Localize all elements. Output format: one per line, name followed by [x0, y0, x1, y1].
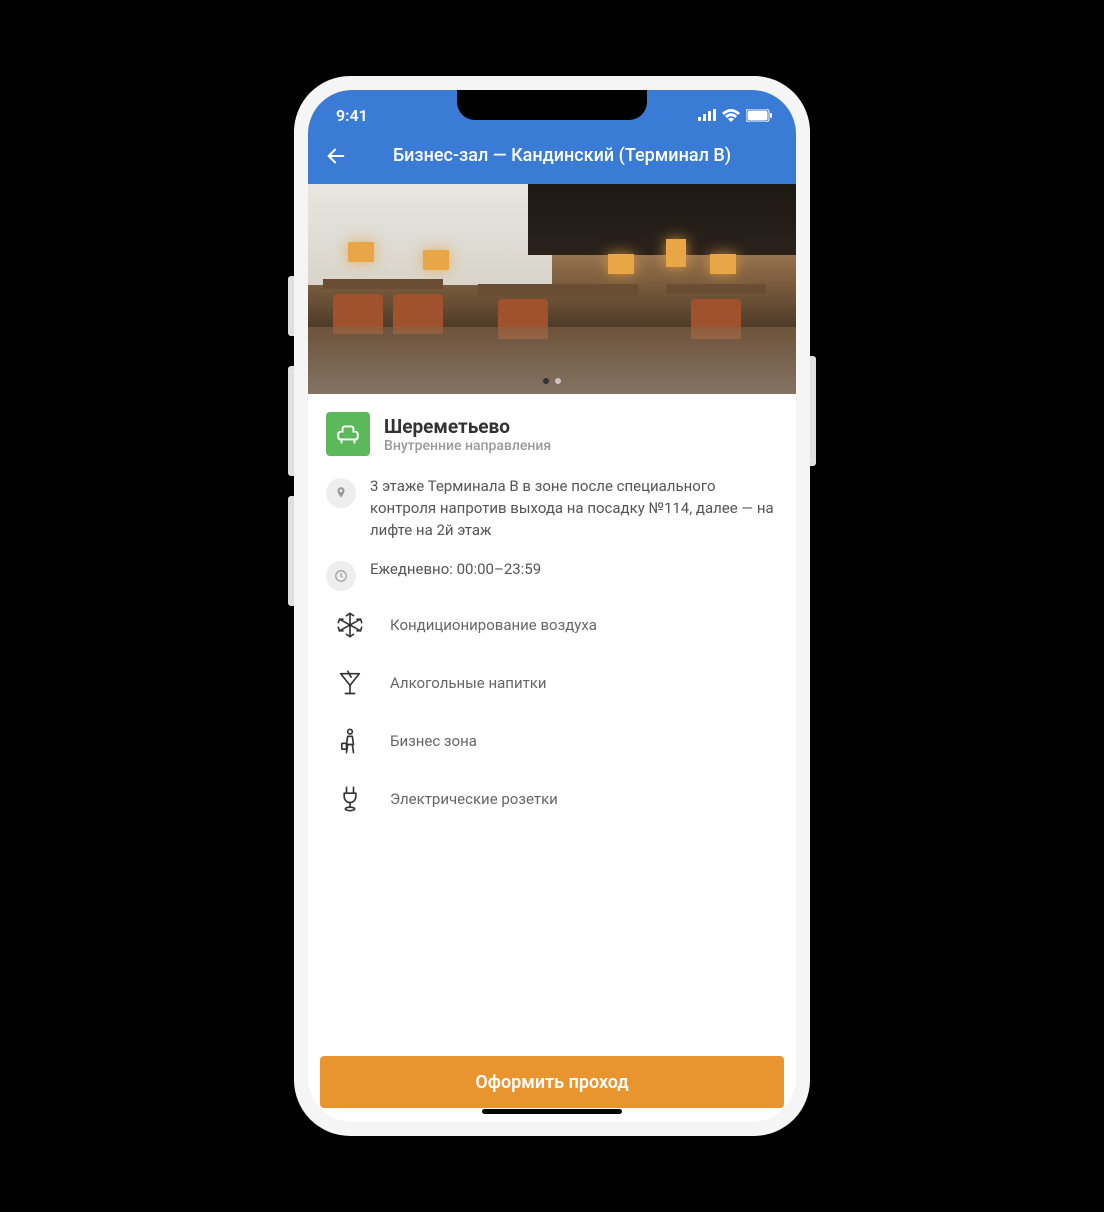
content[interactable]: Шереметьево Внутренние направления 3 эта… [308, 184, 796, 1122]
battery-icon [746, 109, 772, 122]
business-person-icon [334, 725, 366, 757]
home-indicator[interactable] [482, 1109, 622, 1114]
back-button[interactable] [322, 142, 350, 170]
phone-frame: 9:41 Бизнес-зал — Кандинский (Терминал B… [294, 76, 810, 1136]
screen: 9:41 Бизнес-зал — Кандинский (Терминал B… [308, 90, 796, 1122]
lounge-category-icon [326, 412, 370, 456]
checkout-button-label: Оформить проход [475, 1072, 628, 1093]
status-time: 9:41 [336, 106, 368, 125]
amenity-row: Бизнес зона [326, 725, 778, 757]
amenity-label: Бизнес зона [390, 732, 477, 750]
amenity-label: Кондиционирование воздуха [390, 616, 597, 634]
location-row: 3 этаже Терминала В в зоне после специал… [326, 476, 778, 541]
amenity-row: Электрические розетки [326, 783, 778, 815]
wifi-icon [722, 109, 740, 122]
page-title: Бизнес-зал — Кандинский (Терминал B) [360, 144, 782, 167]
location-text: 3 этаже Терминала В в зоне после специал… [370, 476, 778, 541]
hours-icon-wrapper [326, 561, 356, 591]
pin-icon [334, 486, 348, 500]
status-indicators [698, 109, 772, 122]
power-outlet-icon [334, 783, 366, 815]
hours-row: Ежедневно: 00:00–23:59 [326, 559, 778, 591]
amenities-list: Кондиционирование воздуха Алкогольные на… [326, 609, 778, 815]
cocktail-icon [334, 667, 366, 699]
amenity-label: Алкогольные напитки [390, 674, 547, 692]
carousel-pagination[interactable] [543, 378, 561, 384]
pagination-dot-1[interactable] [543, 378, 549, 384]
header: Бизнес-зал — Кандинский (Терминал B) [308, 136, 796, 184]
checkout-button[interactable]: Оформить проход [320, 1056, 784, 1108]
airport-row: Шереметьево Внутренние направления [326, 412, 778, 456]
hero-image[interactable] [308, 184, 796, 394]
amenity-label: Электрические розетки [390, 790, 558, 808]
amenity-row: Алкогольные напитки [326, 667, 778, 699]
hours-text: Ежедневно: 00:00–23:59 [370, 559, 541, 581]
pagination-dot-2[interactable] [555, 378, 561, 384]
armchair-icon [335, 421, 361, 447]
arrow-left-icon [325, 145, 347, 167]
clock-icon [334, 569, 348, 583]
airport-subtitle: Внутренние направления [384, 438, 551, 454]
location-icon-wrapper [326, 478, 356, 508]
cellular-icon [698, 109, 716, 121]
airport-name: Шереметьево [384, 415, 551, 438]
amenity-row: Кондиционирование воздуха [326, 609, 778, 641]
notch [457, 90, 647, 120]
snowflake-icon [334, 609, 366, 641]
